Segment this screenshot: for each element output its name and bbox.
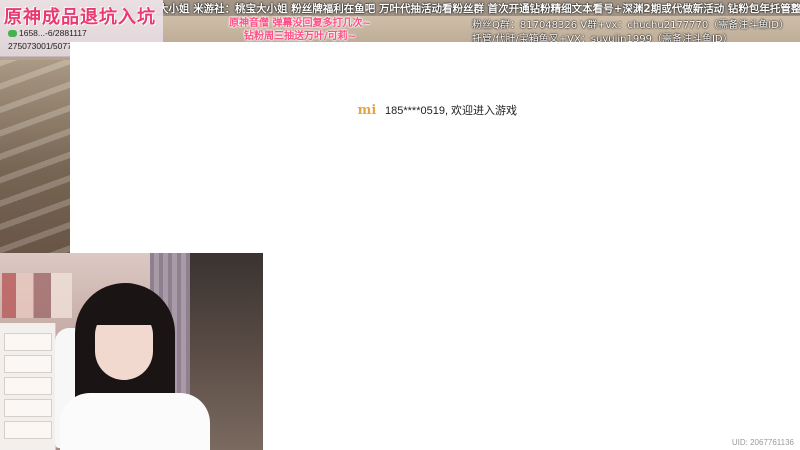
stream-notice: 原神音僧 弹幕没回复多打几次~ 钻粉周三抽送万叶/可莉~ [220,17,380,43]
wechat-icon [8,30,17,38]
streamer-shirt [60,393,210,450]
drawer-cabinet [0,323,56,450]
fan-group-info: 粉丝Q群：817048326 V群+vx：chuchu2177770（需备注斗鱼… [472,20,789,31]
drawer [4,377,52,395]
scenery-stripes [0,60,70,260]
uid-watermark: UID: 2067761136 [731,438,794,447]
welcome-toast: mi 185****0519, 欢迎进入游戏 [356,102,517,118]
promo-contact-line: 1658...-6/2881117 [8,28,87,38]
mihoyo-logo-icon: mi [357,102,377,118]
notice-line-1: 原神音僧 弹幕没回复多打几次~ [229,18,371,29]
shelf-decor [2,273,72,318]
ticker-text: 大小姐 米游社：桃宝大小姐 粉丝牌福利在鱼吧 万叶代抽活动看粉丝群 首次开通钻粉… [158,3,800,15]
promo-line-1: 1658...-6/2881117 [19,28,87,38]
streamer-webcam [0,253,263,450]
drawer [4,399,52,417]
drawer [4,421,52,439]
promo-title: 原神成品退坑入坑 [4,7,156,28]
welcome-message: 185****0519, 欢迎进入游戏 [385,105,518,117]
drawer [4,355,52,373]
drawer [4,333,52,351]
